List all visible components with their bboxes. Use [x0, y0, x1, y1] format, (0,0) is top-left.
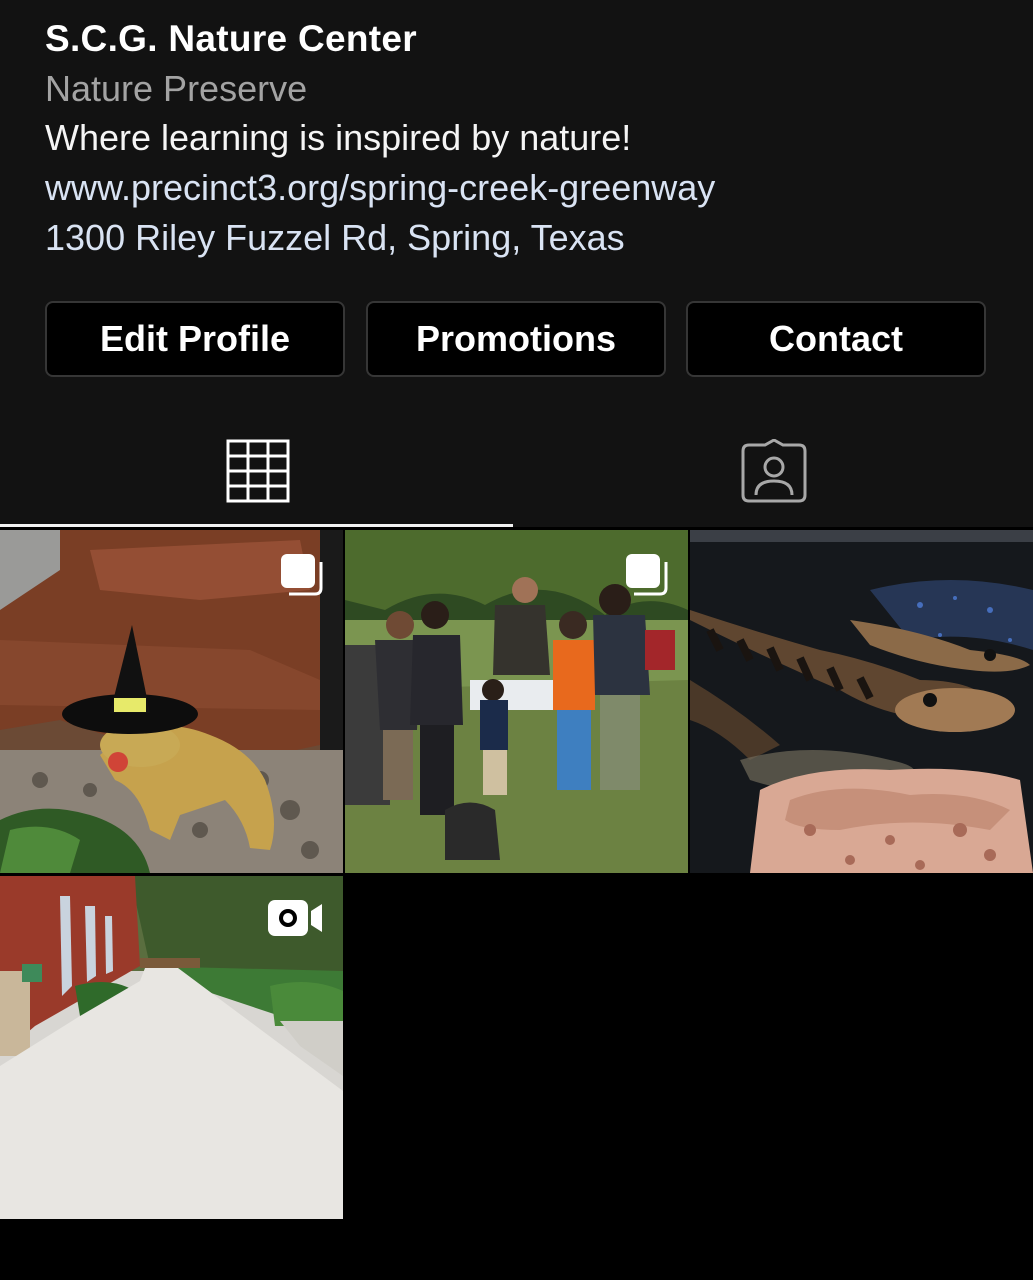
promotions-button[interactable]: Promotions	[366, 301, 666, 377]
edit-profile-button[interactable]: Edit Profile	[45, 301, 345, 377]
post-thumbnail[interactable]	[0, 530, 343, 873]
tab-posts-grid[interactable]	[0, 415, 516, 527]
tab-tagged[interactable]	[516, 415, 1032, 527]
profile-header: S.C.G. Nature Center Nature Preserve Whe…	[0, 0, 1033, 527]
profile-address-link[interactable]: 1300 Riley Fuzzel Rd, Spring, Texas	[45, 215, 625, 261]
profile-website-link[interactable]: www.precinct3.org/spring-creek-greenway	[45, 165, 715, 211]
post-thumbnail[interactable]	[690, 530, 1033, 873]
profile-category: Nature Preserve	[45, 68, 308, 109]
active-tab-indicator	[0, 524, 513, 527]
video-icon	[268, 900, 322, 936]
grid-icon	[226, 439, 290, 503]
post-thumbnail[interactable]	[345, 530, 688, 873]
tagged-icon	[741, 439, 807, 503]
contact-button[interactable]: Contact	[686, 301, 986, 377]
profile-name: S.C.G. Nature Center	[45, 18, 417, 59]
post-thumbnail[interactable]	[0, 876, 343, 1219]
carousel-icon	[626, 554, 668, 596]
carousel-icon	[281, 554, 323, 596]
post-image	[690, 530, 1033, 873]
profile-bio: Where learning is inspired by nature!	[45, 117, 632, 158]
